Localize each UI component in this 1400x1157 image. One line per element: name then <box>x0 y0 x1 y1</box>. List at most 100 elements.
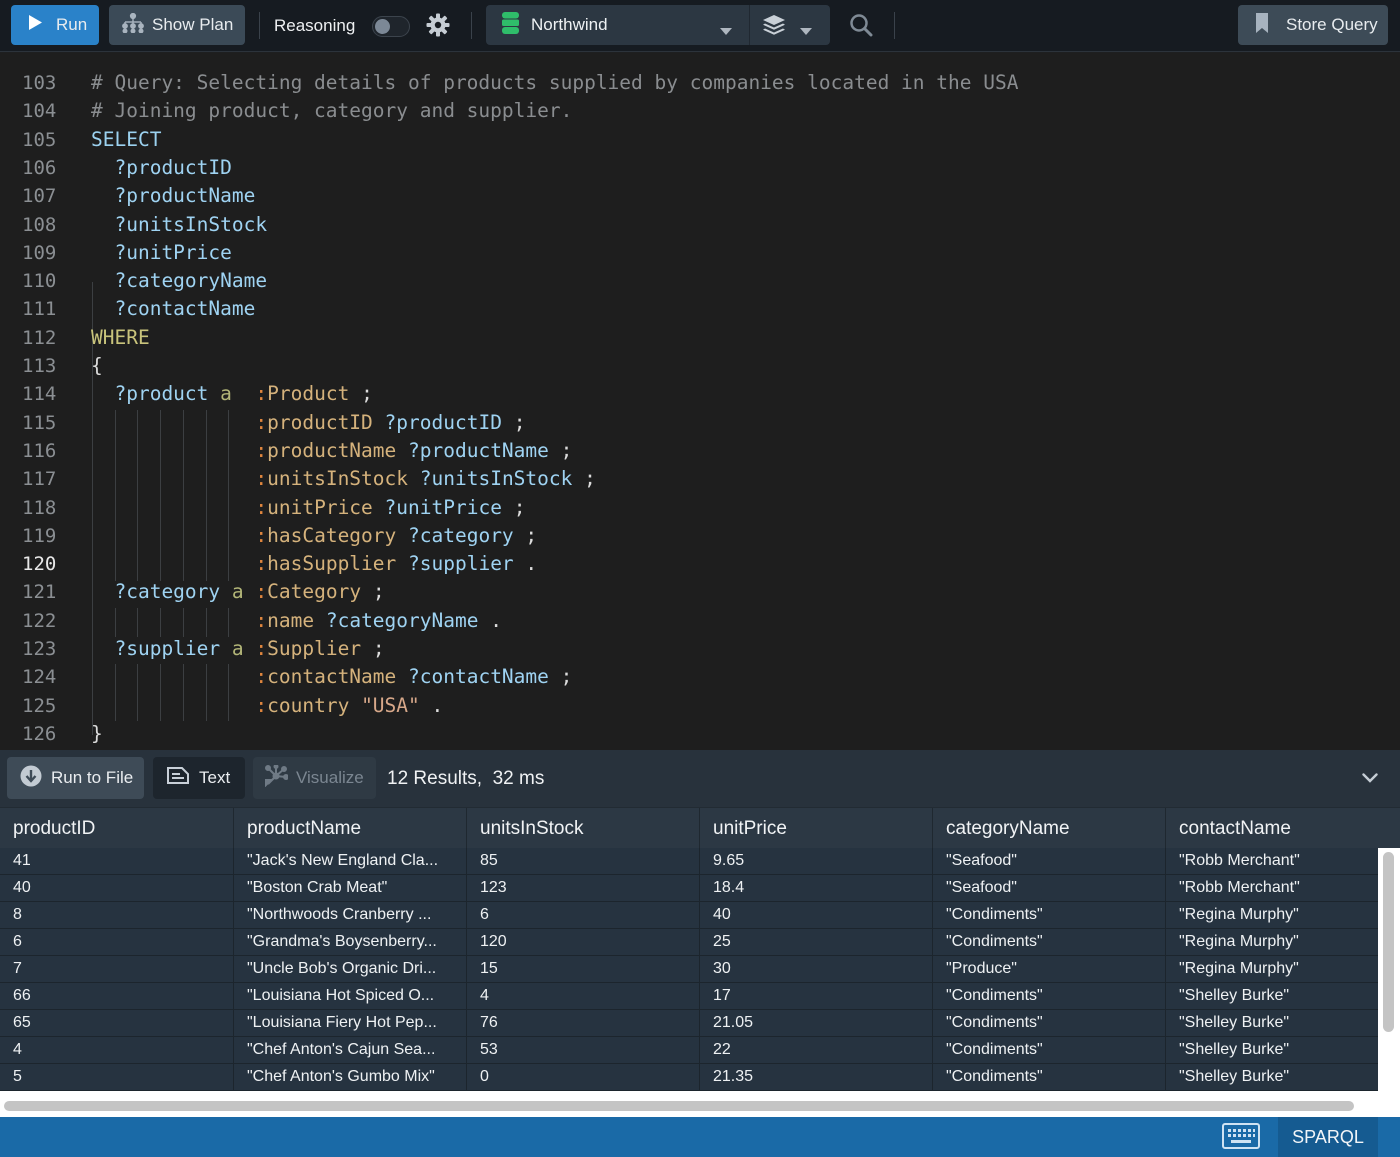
chevron-down-icon[interactable] <box>720 22 732 40</box>
code-line[interactable]: 105 SELECT <box>0 126 1400 154</box>
query-editor[interactable]: 103 # Query: Selecting details of product… <box>0 53 1400 750</box>
code-line[interactable]: 123 ?supplier a :Supplier ; <box>0 635 1400 663</box>
cell-productName[interactable]: "Louisiana Fiery Hot Pep... <box>233 1010 466 1037</box>
table-row[interactable]: 41 "Jack's New England Cla... 85 9.65 "Seafo… <box>0 848 1378 875</box>
cell-unitPrice[interactable]: 21.35 <box>699 1064 932 1091</box>
code-line[interactable]: 112 WHERE <box>0 324 1400 352</box>
code-line[interactable]: 126} <box>0 720 1400 748</box>
cell-categoryName[interactable]: "Condiments" <box>932 902 1165 929</box>
code-line[interactable]: 114 ?product a :Product ; <box>0 380 1400 408</box>
column-header-productName[interactable]: productName <box>233 808 466 849</box>
cell-productName[interactable]: "Louisiana Hot Spiced O... <box>233 983 466 1010</box>
cell-categoryName[interactable]: "Condiments" <box>932 983 1165 1010</box>
code-line[interactable]: 124 :contactName ?contactName ; <box>0 663 1400 691</box>
show-plan-button[interactable]: Show Plan <box>109 5 245 45</box>
cell-contactName[interactable]: "Robb Merchant" <box>1165 875 1378 902</box>
code-line[interactable]: 117 :unitsInStock ?unitsInStock ; <box>0 465 1400 493</box>
keyboard-icon[interactable] <box>1222 1123 1260 1154</box>
cell-contactName[interactable]: "Shelley Burke" <box>1165 1064 1378 1091</box>
code-line[interactable]: 111 ?contactName <box>0 295 1400 323</box>
cell-unitPrice[interactable]: 17 <box>699 983 932 1010</box>
search-icon[interactable] <box>849 13 873 42</box>
cell-unitsInStock[interactable]: 53 <box>466 1037 699 1064</box>
column-header-categoryName[interactable]: categoryName <box>932 808 1165 849</box>
table-row[interactable]: 6 "Grandma's Boysenberry... 120 25 "Condimen… <box>0 929 1378 956</box>
cell-productID[interactable]: 5 <box>0 1064 233 1091</box>
cell-unitPrice[interactable]: 18.4 <box>699 875 932 902</box>
cell-productID[interactable]: 6 <box>0 929 233 956</box>
cell-productName[interactable]: "Chef Anton's Gumbo Mix" <box>233 1064 466 1091</box>
column-header-unitPrice[interactable]: unitPrice <box>699 808 932 849</box>
cell-productID[interactable]: 65 <box>0 1010 233 1037</box>
code-line[interactable]: 113 { <box>0 352 1400 380</box>
cell-productName[interactable]: "Northwoods Cranberry ... <box>233 902 466 929</box>
chevron-down-icon[interactable] <box>800 22 812 40</box>
run-to-file-button[interactable]: Run to File <box>7 757 144 799</box>
cell-productName[interactable]: "Chef Anton's Cajun Sea... <box>233 1037 466 1064</box>
table-row[interactable]: 7 "Uncle Bob's Organic Dri... 15 30 "Produce… <box>0 956 1378 983</box>
code-line[interactable]: 104 # Joining product, category and suppl… <box>0 97 1400 125</box>
cell-categoryName[interactable]: "Condiments" <box>932 1010 1165 1037</box>
code-line[interactable]: 116 :productName ?productName ; <box>0 437 1400 465</box>
chevron-down-icon[interactable] <box>1362 770 1378 788</box>
cell-productID[interactable]: 4 <box>0 1037 233 1064</box>
visualize-button[interactable]: Visualize <box>253 757 376 799</box>
cell-unitPrice[interactable]: 21.05 <box>699 1010 932 1037</box>
cell-unitsInStock[interactable]: 6 <box>466 902 699 929</box>
code-line[interactable]: 106 ?productID <box>0 154 1400 182</box>
column-header-contactName[interactable]: contactName <box>1165 808 1400 849</box>
cell-contactName[interactable]: "Regina Murphy" <box>1165 956 1378 983</box>
cell-productID[interactable]: 7 <box>0 956 233 983</box>
cell-productID[interactable]: 40 <box>0 875 233 902</box>
table-row[interactable]: 8 "Northwoods Cranberry ... 6 40 "Condiments… <box>0 902 1378 929</box>
layers-icon[interactable] <box>762 14 786 41</box>
text-view-button[interactable]: Text <box>153 757 245 799</box>
reasoning-toggle[interactable] <box>372 16 410 37</box>
cell-unitsInStock[interactable]: 0 <box>466 1064 699 1091</box>
cell-categoryName[interactable]: "Produce" <box>932 956 1165 983</box>
cell-contactName[interactable]: "Shelley Burke" <box>1165 983 1378 1010</box>
cell-unitPrice[interactable]: 25 <box>699 929 932 956</box>
cell-categoryName[interactable]: "Condiments" <box>932 1037 1165 1064</box>
cell-productID[interactable]: 8 <box>0 902 233 929</box>
code-line[interactable]: 125 :country "USA" . <box>0 692 1400 720</box>
code-line[interactable]: 122 :name ?categoryName . <box>0 607 1400 635</box>
cell-unitPrice[interactable]: 30 <box>699 956 932 983</box>
horizontal-scrollbar[interactable] <box>4 1101 1354 1111</box>
cell-contactName[interactable]: "Shelley Burke" <box>1165 1010 1378 1037</box>
code-line[interactable]: 110 ?categoryName <box>0 267 1400 295</box>
code-line[interactable]: 107 ?productName <box>0 182 1400 210</box>
cell-productID[interactable]: 41 <box>0 848 233 875</box>
cell-unitsInStock[interactable]: 76 <box>466 1010 699 1037</box>
column-header-productID[interactable]: productID <box>0 808 233 849</box>
column-header-unitsInStock[interactable]: unitsInStock <box>466 808 699 849</box>
cell-contactName[interactable]: "Regina Murphy" <box>1165 929 1378 956</box>
table-row[interactable]: 4 "Chef Anton's Cajun Sea... 53 22 "Condimen… <box>0 1037 1378 1064</box>
cell-categoryName[interactable]: "Condiments" <box>932 1064 1165 1091</box>
cell-productName[interactable]: "Uncle Bob's Organic Dri... <box>233 956 466 983</box>
table-row[interactable]: 65 "Louisiana Fiery Hot Pep... 76 21.05 "Con… <box>0 1010 1378 1037</box>
code-line[interactable]: 108 ?unitsInStock <box>0 211 1400 239</box>
code-line[interactable]: 103 # Query: Selecting details of product… <box>0 69 1400 97</box>
cell-categoryName[interactable]: "Seafood" <box>932 848 1165 875</box>
cell-categoryName[interactable]: "Seafood" <box>932 875 1165 902</box>
cell-unitPrice[interactable]: 9.65 <box>699 848 932 875</box>
cell-unitPrice[interactable]: 22 <box>699 1037 932 1064</box>
code-line[interactable]: 118 :unitPrice ?unitPrice ; <box>0 494 1400 522</box>
cell-unitsInStock[interactable]: 123 <box>466 875 699 902</box>
cell-contactName[interactable]: "Regina Murphy" <box>1165 902 1378 929</box>
cell-contactName[interactable]: "Shelley Burke" <box>1165 1037 1378 1064</box>
database-selector[interactable]: Northwind <box>486 5 830 45</box>
cell-unitPrice[interactable]: 40 <box>699 902 932 929</box>
cell-productName[interactable]: "Boston Crab Meat" <box>233 875 466 902</box>
table-row[interactable]: 40 "Boston Crab Meat" 123 18.4 "Seafood" "Rob… <box>0 875 1378 902</box>
language-mode-button[interactable]: SPARQL <box>1278 1117 1378 1157</box>
code-line[interactable]: 119 :hasCategory ?category ; <box>0 522 1400 550</box>
gear-icon[interactable] <box>426 13 450 42</box>
table-row[interactable]: 5 "Chef Anton's Gumbo Mix" 0 21.35 "Condimen… <box>0 1064 1378 1091</box>
code-line[interactable]: 120 :hasSupplier ?supplier . <box>0 550 1400 578</box>
cell-categoryName[interactable]: "Condiments" <box>932 929 1165 956</box>
code-line[interactable]: 115 :productID ?productID ; <box>0 409 1400 437</box>
vertical-scrollbar[interactable] <box>1383 852 1394 1032</box>
cell-productName[interactable]: "Grandma's Boysenberry... <box>233 929 466 956</box>
